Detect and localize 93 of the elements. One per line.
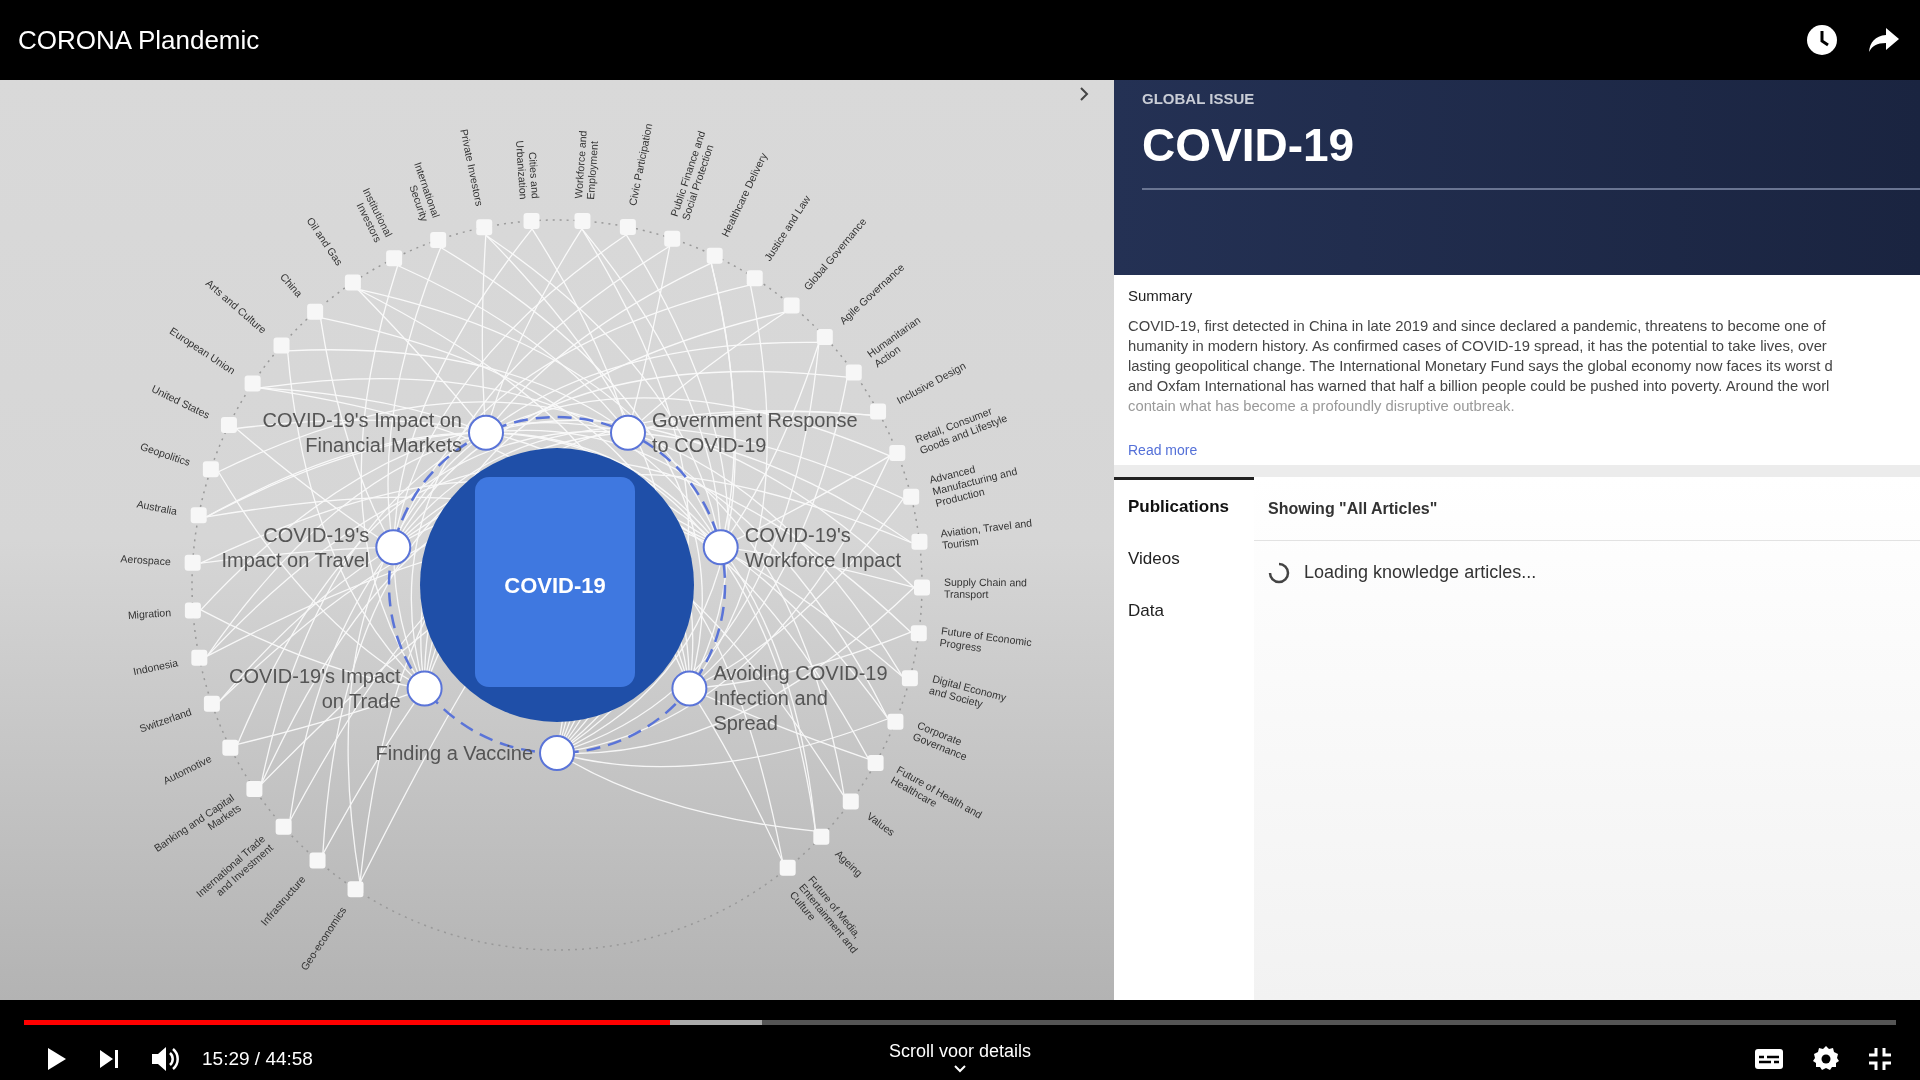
topic-node[interactable] [816, 329, 833, 345]
hub-label[interactable]: COVID-19's Impact on Trade [228, 664, 401, 712]
topic-node[interactable] [903, 488, 920, 505]
hub-node[interactable] [702, 529, 739, 566]
hub-label[interactable]: COVID-19's Workforce Impact [744, 523, 902, 571]
topic-node[interactable] [845, 364, 862, 381]
hub-node[interactable] [610, 414, 646, 451]
topic-node[interactable] [244, 375, 261, 392]
topic-node[interactable] [887, 713, 904, 730]
topic-node[interactable] [190, 507, 207, 524]
topic-node[interactable] [842, 793, 859, 810]
progress-track[interactable] [24, 1020, 1896, 1025]
topic-node[interactable] [523, 212, 540, 229]
topic-node[interactable] [202, 461, 219, 478]
exit-fullscreen-icon[interactable] [1868, 1047, 1892, 1071]
topic-node[interactable] [347, 881, 364, 898]
side-tab[interactable]: Videos [1114, 533, 1254, 585]
share-icon[interactable] [1868, 26, 1900, 54]
chevron-right-icon[interactable] [1078, 86, 1090, 102]
topic-node[interactable] [870, 403, 887, 420]
eyebrow-label: GLOBAL ISSUE [1142, 89, 1256, 109]
next-icon[interactable] [98, 1048, 120, 1070]
topic-node[interactable] [184, 602, 201, 619]
summary-heading: Summary [1128, 286, 1194, 306]
topic-node[interactable] [246, 781, 263, 798]
topic-node[interactable] [203, 695, 220, 712]
topic-label[interactable]: Indonesia [131, 656, 179, 678]
topic-node[interactable] [779, 859, 796, 876]
loading-message: Loading knowledge articles... [1304, 561, 1537, 584]
topic-node[interactable] [910, 625, 927, 642]
topic-label[interactable]: Private Investors [458, 127, 486, 207]
topic-node[interactable] [430, 231, 447, 248]
hub-node[interactable] [468, 414, 504, 451]
chevron-down-icon[interactable] [953, 1064, 967, 1073]
clock-icon[interactable] [1806, 24, 1838, 56]
hub-label[interactable]: COVID-19's Impact on Financial Markets [262, 409, 462, 457]
topic-node[interactable] [911, 533, 928, 550]
side-tab[interactable]: Data [1114, 585, 1254, 637]
topic-node[interactable] [220, 417, 237, 433]
topic-node[interactable] [706, 247, 723, 264]
topic-node[interactable] [273, 337, 290, 354]
hub-node[interactable] [671, 670, 708, 707]
topic-label[interactable]: Cities and Urbanization [513, 140, 542, 200]
hub-label[interactable]: Avoiding COVID-19 Infection and Spread [713, 662, 888, 735]
filter-label: Showing "All Articles" [1268, 498, 1438, 519]
hub-node[interactable] [406, 670, 443, 707]
hub-node[interactable] [539, 735, 575, 771]
center-label: COVID-19 [504, 573, 606, 598]
topic-label[interactable]: Aviation, Travel and Tourism [939, 516, 1033, 552]
topic-node[interactable] [344, 274, 361, 291]
summary-text-line: COVID-19, first detected in China in late 2019 and since declared a pandemic, threatens to become one of [1128, 316, 1827, 336]
topic-label[interactable]: Workforce and Employment [572, 130, 601, 200]
topic-label[interactable]: Future of Economic Progress [939, 624, 1033, 654]
summary-text-line: lasting geopolitical change. The International Monetary Fund says the global economy now faces its worst d [1128, 356, 1834, 376]
topic-node[interactable] [275, 818, 292, 835]
topic-node[interactable] [901, 670, 918, 687]
topic-label[interactable]: Australia [135, 497, 179, 518]
summary-text-line: contain what has become a profoundly disruptive outbreak. [1128, 396, 1516, 416]
topic-node[interactable] [386, 250, 403, 267]
topic-node[interactable] [619, 218, 636, 235]
topic-label[interactable]: Aerospace [120, 552, 172, 568]
summary-text-line: and Oxfam International has warned that half a billion people could be pushed into poverty. Around the worl [1128, 376, 1831, 396]
topic-node[interactable] [914, 579, 930, 596]
scroll-hint[interactable]: Scroll voor details [888, 1037, 1032, 1065]
topic-label[interactable]: Migration [127, 606, 172, 621]
settings-icon[interactable] [1812, 1045, 1840, 1073]
time-display: 15:29 / 44:58 [202, 1046, 313, 1071]
topic-node[interactable] [746, 270, 763, 287]
video-title: CORONA Plandemic [18, 23, 260, 57]
topic-node[interactable] [222, 739, 239, 756]
topic-node[interactable] [476, 219, 493, 236]
loading-spinner-icon [1268, 561, 1290, 584]
topic-node[interactable] [664, 230, 681, 247]
read-more-link[interactable]: Read more [1128, 439, 1198, 461]
topic-node[interactable] [889, 445, 906, 461]
play-icon[interactable] [46, 1046, 68, 1072]
topic-node[interactable] [307, 303, 324, 320]
topic-node[interactable] [184, 554, 201, 571]
topic-node[interactable] [867, 755, 884, 772]
hub-label[interactable]: COVID-19's Impact on Travel [221, 523, 370, 571]
topic-label[interactable]: Supply Chain and Transport [943, 575, 1027, 600]
topic-node[interactable] [191, 649, 208, 666]
topic-node[interactable] [574, 212, 591, 229]
topic-node[interactable] [309, 852, 326, 869]
hub-node[interactable] [375, 529, 412, 566]
topic-node[interactable] [783, 297, 800, 314]
summary-text-line: humanity in modern history. As confirmed cases of COVID-19 spread, it has the potential to take lives, over [1128, 336, 1828, 356]
hub-label[interactable]: Finding a Vaccine [375, 742, 533, 764]
topic-node[interactable] [813, 828, 830, 845]
volume-icon[interactable] [150, 1045, 180, 1073]
issue-title: COVID-19 [1142, 117, 1356, 173]
subtitles-icon[interactable] [1754, 1047, 1784, 1071]
hub-label[interactable]: Government Response to COVID-19 [652, 409, 858, 457]
